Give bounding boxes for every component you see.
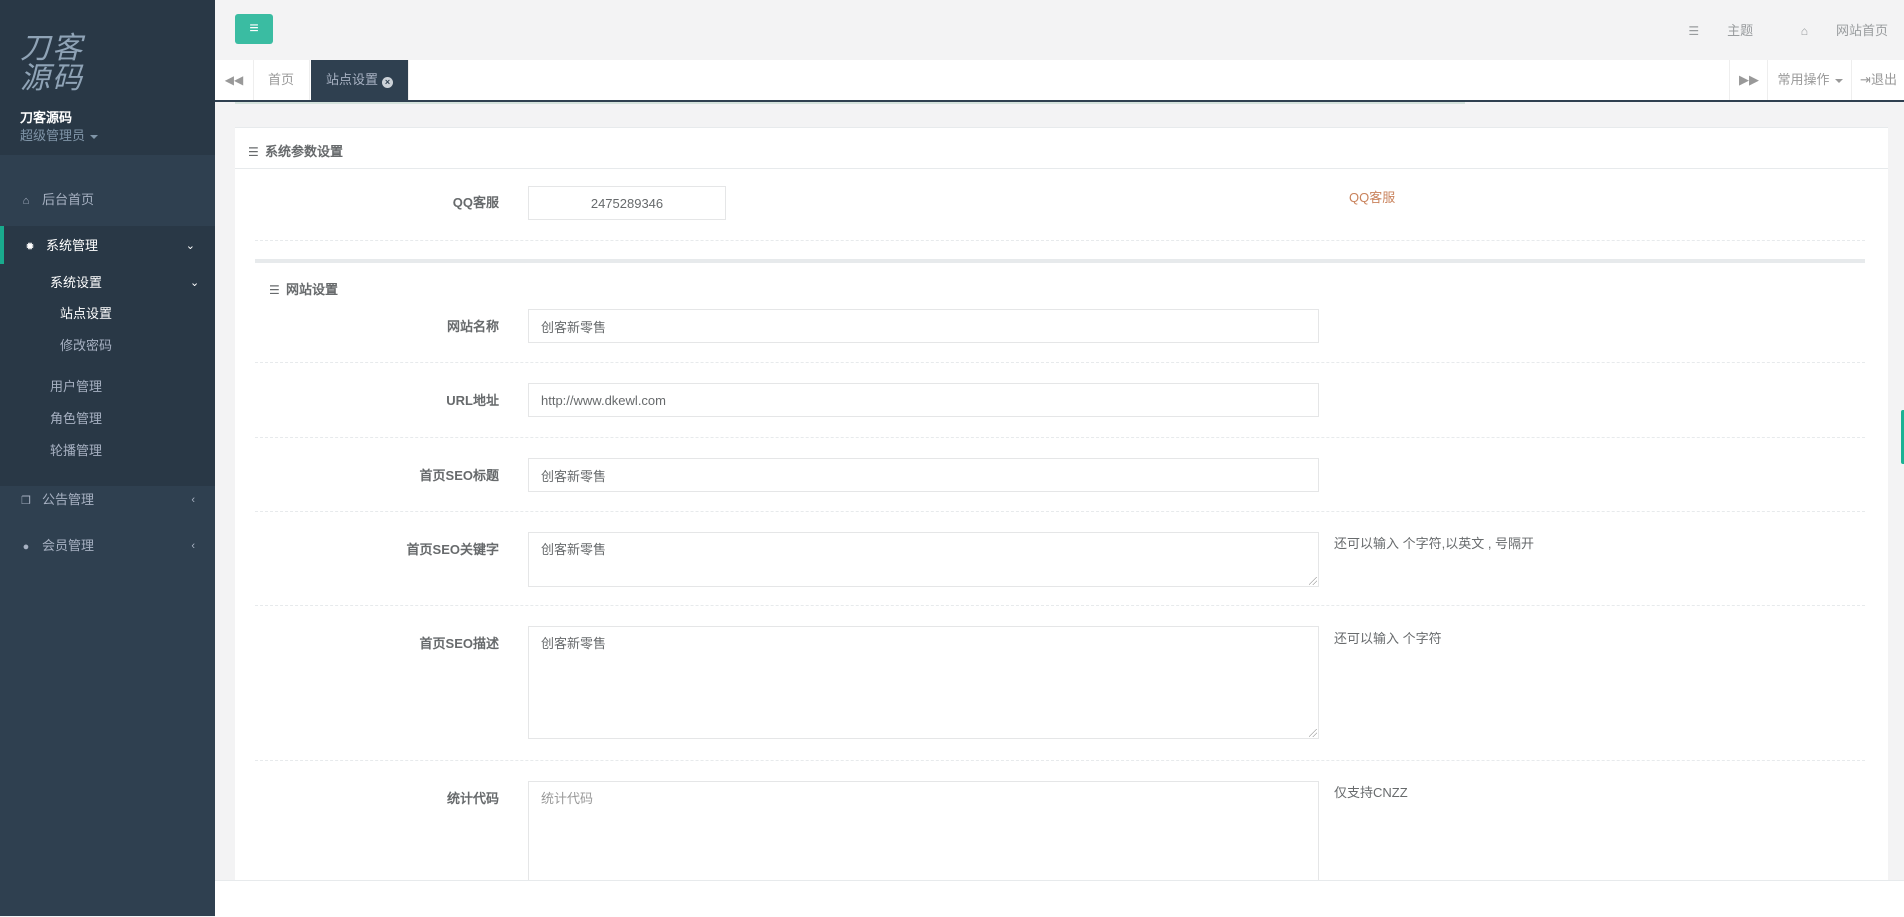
panel-header: ☰ 系统参数设置 — [235, 128, 1888, 169]
home-icon: ⌂ — [22, 195, 30, 207]
qq-help: QQ客服 — [1349, 190, 1396, 205]
system-submenu: 系统设置 ⌄ 站点设置 修改密码 用户管理 角色管理 轮播管理 — [0, 264, 215, 486]
submenu-carousel-management[interactable]: 轮播管理 — [50, 439, 102, 463]
tab-scroll-right-button[interactable]: ▶▶ — [1729, 60, 1768, 100]
submenu-role-management[interactable]: 角色管理 — [50, 407, 102, 431]
chevron-left-icon: ‹ — [191, 494, 195, 506]
separator — [255, 240, 1865, 241]
submenu-system-settings[interactable]: 系统设置 ⌄ — [50, 271, 199, 295]
tab-scroll-left-button[interactable]: ◀◀ — [215, 60, 254, 100]
panel-title: ☰ 系统参数设置 — [248, 144, 344, 159]
seo-description-label: 首页SEO描述 — [419, 636, 499, 651]
top-links: ☰ 主题 ⌂ 网站首页 — [1644, 20, 1888, 39]
separator — [255, 760, 1865, 761]
tab-home[interactable]: 首页 — [253, 60, 311, 100]
common-operations-dropdown[interactable]: 常用操作 — [1767, 60, 1852, 100]
site-home-link[interactable]: ⌂ 网站首页 — [1779, 23, 1888, 38]
tabs-bar: ◀◀ 首页 站点设置 × ▶▶ 常用操作 ⇥退出 — [215, 60, 1904, 102]
seo-title-label: 首页SEO标题 — [419, 468, 499, 483]
seo-title-input[interactable] — [528, 458, 1319, 492]
settings-panel: ☰系统参数设置 QQ客服 QQ客服 ☰网站设置 网站名称 URL地址 首页SEO… — [235, 127, 1888, 881]
user-role-dropdown[interactable]: 超级管理员 — [20, 125, 99, 144]
seo-keywords-help: 还可以输入 个字符,以英文 , 号隔开 — [1334, 536, 1535, 551]
stats-code-help: 仅支持CNZZ — [1334, 785, 1408, 800]
sidebar-item-announcements[interactable]: ❐ 公告管理 ‹ — [0, 480, 215, 520]
site-name-input[interactable] — [528, 309, 1319, 343]
caret-down-icon — [90, 134, 99, 139]
brand-name: 刀客源码 — [20, 110, 73, 125]
server-icon: ☰ — [269, 283, 280, 297]
sidebar-item-system[interactable]: ✹ 系统管理 ⌄ — [0, 226, 215, 266]
hamburger-icon: ≡ — [249, 20, 259, 37]
separator — [255, 605, 1865, 606]
resize-handle-icon[interactable] — [1309, 577, 1317, 585]
separator — [255, 437, 1865, 438]
resize-handle-icon[interactable] — [1309, 729, 1317, 737]
site-name-label: 网站名称 — [446, 319, 499, 334]
user-icon: ● — [22, 541, 30, 553]
submenu-site-settings[interactable]: 站点设置 — [60, 302, 112, 326]
theme-link[interactable]: ☰ 主题 — [1666, 23, 1753, 38]
site-settings-section-title: ☰ 网站设置 — [269, 282, 339, 297]
stats-code-textarea[interactable] — [528, 781, 1319, 881]
logout-button[interactable]: ⇥退出 — [1851, 60, 1904, 100]
chevron-left-icon: ‹ — [191, 540, 195, 552]
sidebar-item-members[interactable]: ● 会员管理 ‹ — [0, 526, 215, 566]
caret-down-icon — [1834, 78, 1843, 83]
seo-keywords-label: 首页SEO关键字 — [406, 542, 499, 557]
tab-site-settings[interactable]: 站点设置 × — [311, 60, 410, 100]
stats-code-label: 统计代码 — [446, 791, 499, 806]
profile-area: 刀客 源码 刀客源码 超级管理员 — [0, 0, 215, 155]
brand-logo: 刀客 源码 — [20, 31, 84, 96]
chevron-down-icon: ⌄ — [190, 277, 200, 289]
server-icon: ☰ — [248, 145, 259, 159]
sign-out-icon: ⇥ — [1860, 72, 1871, 87]
url-label: URL地址 — [446, 393, 499, 408]
gear-icon: ✹ — [25, 241, 35, 253]
seo-description-help: 还可以输入 个字符 — [1334, 631, 1442, 646]
top-navbar: ≡ ☰ 主题 ⌂ 网站首页 — [215, 0, 1904, 61]
chevron-down-icon: ⌄ — [185, 240, 195, 252]
url-input[interactable] — [528, 383, 1319, 417]
submenu-change-password[interactable]: 修改密码 — [60, 334, 112, 358]
qq-label: QQ客服 — [452, 195, 499, 210]
backward-icon: ◀◀ — [224, 73, 244, 87]
qq-input[interactable] — [528, 186, 726, 220]
sidebar-item-dashboard[interactable]: ⌂ 后台首页 — [0, 180, 215, 220]
footer-bar — [215, 880, 1904, 917]
menu-toggle-button[interactable]: ≡ — [235, 14, 273, 44]
sidebar: 刀客 源码 刀客源码 超级管理员 ⌂ 后台首页 ✹ 系统管理 ⌄ 系统设置 ⌄ 站点… — [0, 0, 215, 916]
seo-keywords-textarea[interactable]: 创客新零售 — [528, 532, 1319, 587]
seo-description-textarea[interactable]: 创客新零售 — [528, 626, 1319, 739]
separator — [255, 511, 1865, 512]
forward-icon: ▶▶ — [1739, 72, 1759, 87]
copy-icon: ❐ — [21, 495, 31, 507]
section-divider — [255, 259, 1865, 263]
close-tab-icon[interactable]: × — [382, 77, 394, 88]
loading-progress-line — [235, 102, 1465, 104]
tasks-icon: ☰ — [1688, 24, 1700, 38]
submenu-user-management[interactable]: 用户管理 — [50, 375, 102, 399]
separator — [255, 362, 1865, 363]
home-icon: ⌂ — [1800, 24, 1808, 38]
